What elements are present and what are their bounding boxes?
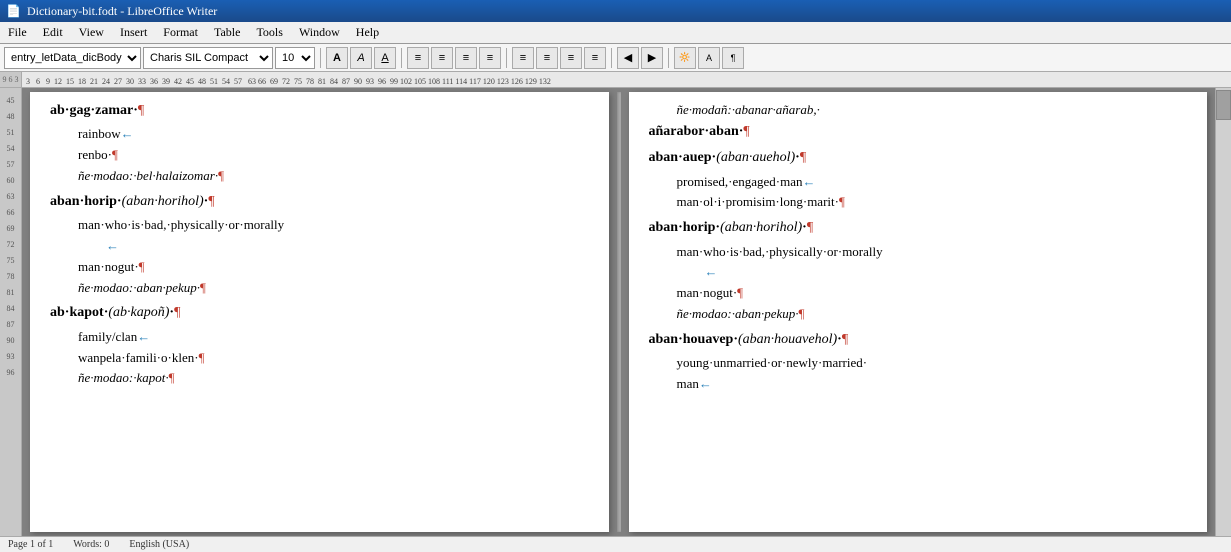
right-entry-aban-houavep: aban·houavep·(aban·houavehol)·¶ xyxy=(649,329,1188,351)
right-page[interactable]: ñe·modañ:·abanar·añarab,· añarabor·aban·… xyxy=(629,92,1208,532)
margin-51: 51 xyxy=(0,124,21,140)
outdent-button[interactable]: ≡ xyxy=(584,47,606,69)
align-center-button[interactable]: ≡ xyxy=(431,47,453,69)
prev-button[interactable]: ◀ xyxy=(617,47,639,69)
sep5 xyxy=(668,48,669,68)
entry-nemodao-kapot: ñe·modao:·kapot·¶ xyxy=(78,368,589,389)
menu-window[interactable]: Window xyxy=(291,22,348,43)
entry-renbo: renbo·¶ xyxy=(78,145,589,166)
entry-rainbow: rainbow← xyxy=(78,124,589,145)
menu-file[interactable]: File xyxy=(0,22,35,43)
toolbar: entry_letData_dicBody Charis SIL Compact… xyxy=(0,44,1231,72)
highlight-button[interactable]: 🔆 xyxy=(674,47,696,69)
right-entry-man-who-bad2: man·who·is·bad,·physically·or·morally xyxy=(677,242,1188,263)
style-select[interactable]: entry_letData_dicBody xyxy=(4,47,141,69)
list-button[interactable]: ≡ xyxy=(512,47,534,69)
right-entry-aban-horip2: aban·horip·(aban·horihol)·¶ xyxy=(649,217,1188,239)
entry-nemodao-aban-pekup: ñe·modao:·aban·pekup·¶ xyxy=(78,278,589,299)
right-entry-return2: ← xyxy=(705,262,1188,283)
margin-57: 57 xyxy=(0,156,21,172)
right-entry-abanauep: aban·auep·(aban·auehol)·¶ xyxy=(649,147,1188,169)
word-count: Words: 0 xyxy=(73,539,109,550)
font-select[interactable]: Charis SIL Compact xyxy=(143,47,273,69)
align-justify-button[interactable]: ≡ xyxy=(479,47,501,69)
margin-96: 96 xyxy=(0,364,21,380)
entry-man-who-bad: man·who·is·bad,·physically·or·morally xyxy=(78,215,589,236)
menu-bar: File Edit View Insert Format Table Tools… xyxy=(0,22,1231,44)
app-icon: 📄 xyxy=(6,4,21,19)
align-left-button[interactable]: ≡ xyxy=(407,47,429,69)
right-entry-promised: promised,·engaged·man← xyxy=(677,172,1188,193)
margin-84: 84 xyxy=(0,300,21,316)
margin-48: 48 xyxy=(0,108,21,124)
menu-format[interactable]: Format xyxy=(155,22,206,43)
entry-abgagzamar: ab·gag·zamar·¶ xyxy=(50,100,589,122)
bold-button[interactable]: A xyxy=(326,47,348,69)
margin-81: 81 xyxy=(0,284,21,300)
margin-93: 93 xyxy=(0,348,21,364)
ruler-left-labels: 9 6 3 xyxy=(3,75,19,84)
right-scrollbar[interactable] xyxy=(1215,88,1231,536)
entry-abkapot: ab·kapot·(ab·kapoñ)·¶ xyxy=(50,302,589,324)
format-button[interactable]: ¶ xyxy=(722,47,744,69)
right-entry-young: young·unmarried·or·newly·married· xyxy=(677,353,1188,374)
entry-return: ← xyxy=(106,236,589,257)
menu-edit[interactable]: Edit xyxy=(35,22,71,43)
menu-view[interactable]: View xyxy=(71,22,112,43)
scroll-thumb[interactable] xyxy=(1216,90,1231,120)
sep4 xyxy=(611,48,612,68)
indent-button[interactable]: ≡ xyxy=(560,47,582,69)
margin-60: 60 xyxy=(0,172,21,188)
size-select[interactable]: 10 xyxy=(275,47,315,69)
right-entry-anarabor: añarabor·aban·¶ xyxy=(649,121,1188,143)
right-entry-man: man← xyxy=(677,374,1188,395)
menu-help[interactable]: Help xyxy=(348,22,387,43)
menu-tools[interactable]: Tools xyxy=(248,22,291,43)
color-button[interactable]: A xyxy=(698,47,720,69)
main-content: 45 48 51 54 57 60 63 66 69 72 75 78 81 8… xyxy=(0,88,1231,536)
language: English (USA) xyxy=(129,539,189,550)
entry-nemodao-bel: ñe·modao:·bel·halaizomar·¶ xyxy=(78,166,589,187)
left-page[interactable]: ab·gag·zamar·¶ rainbow← renbo·¶ ñe·modao… xyxy=(30,92,609,532)
margin-54: 54 xyxy=(0,140,21,156)
right-entry-nemodana: ñe·modañ:·abanar·añarab,· xyxy=(677,100,1188,121)
margin-66: 66 xyxy=(0,204,21,220)
ordered-list-button[interactable]: ≡ xyxy=(536,47,558,69)
entry-man-nogut: man·nogut·¶ xyxy=(78,257,589,278)
page-divider xyxy=(617,92,621,532)
title-text: Dictionary-bit.fodt - LibreOffice Writer xyxy=(27,4,217,19)
entry-aban-horip: aban·horip·(aban·horihol)·¶ xyxy=(50,191,589,213)
ruler: 9 6 3 3 6 9 12 15 18 21 24 27 30 33 36 3… xyxy=(0,72,1231,88)
margin-87: 87 xyxy=(0,316,21,332)
margin-72: 72 xyxy=(0,236,21,252)
right-entry-nemodao-pekup: ñe·modao:·aban·pekup·¶ xyxy=(677,304,1188,325)
title-bar: 📄 Dictionary-bit.fodt - LibreOffice Writ… xyxy=(0,0,1231,22)
menu-insert[interactable]: Insert xyxy=(112,22,155,43)
underline-button[interactable]: A xyxy=(374,47,396,69)
sep2 xyxy=(401,48,402,68)
margin-78: 78 xyxy=(0,268,21,284)
margin-69: 69 xyxy=(0,220,21,236)
right-entry-man-nogut2: man·nogut·¶ xyxy=(677,283,1188,304)
entry-wanpela: wanpela·famili·o·klen·¶ xyxy=(78,348,589,369)
margin-90: 90 xyxy=(0,332,21,348)
margin-75: 75 xyxy=(0,252,21,268)
align-right-button[interactable]: ≡ xyxy=(455,47,477,69)
sep3 xyxy=(506,48,507,68)
next-button[interactable]: ▶ xyxy=(641,47,663,69)
margin-63: 63 xyxy=(0,188,21,204)
menu-table[interactable]: Table xyxy=(206,22,248,43)
italic-button[interactable]: A xyxy=(350,47,372,69)
margin-45: 45 xyxy=(0,92,21,108)
right-entry-manoli: man·ol·i·promisim·long·marit·¶ xyxy=(677,192,1188,213)
pages-container[interactable]: ab·gag·zamar·¶ rainbow← renbo·¶ ñe·modao… xyxy=(22,88,1215,536)
status-bar: Page 1 of 1 Words: 0 English (USA) xyxy=(0,536,1231,552)
sep1 xyxy=(320,48,321,68)
entry-family-clan: family/clan← xyxy=(78,327,589,348)
ruler-ticks: 3 6 9 12 15 18 21 24 27 30 33 36 39 42 4… xyxy=(26,77,551,86)
page-info: Page 1 of 1 xyxy=(8,539,53,550)
left-margin: 45 48 51 54 57 60 63 66 69 72 75 78 81 8… xyxy=(0,88,22,536)
